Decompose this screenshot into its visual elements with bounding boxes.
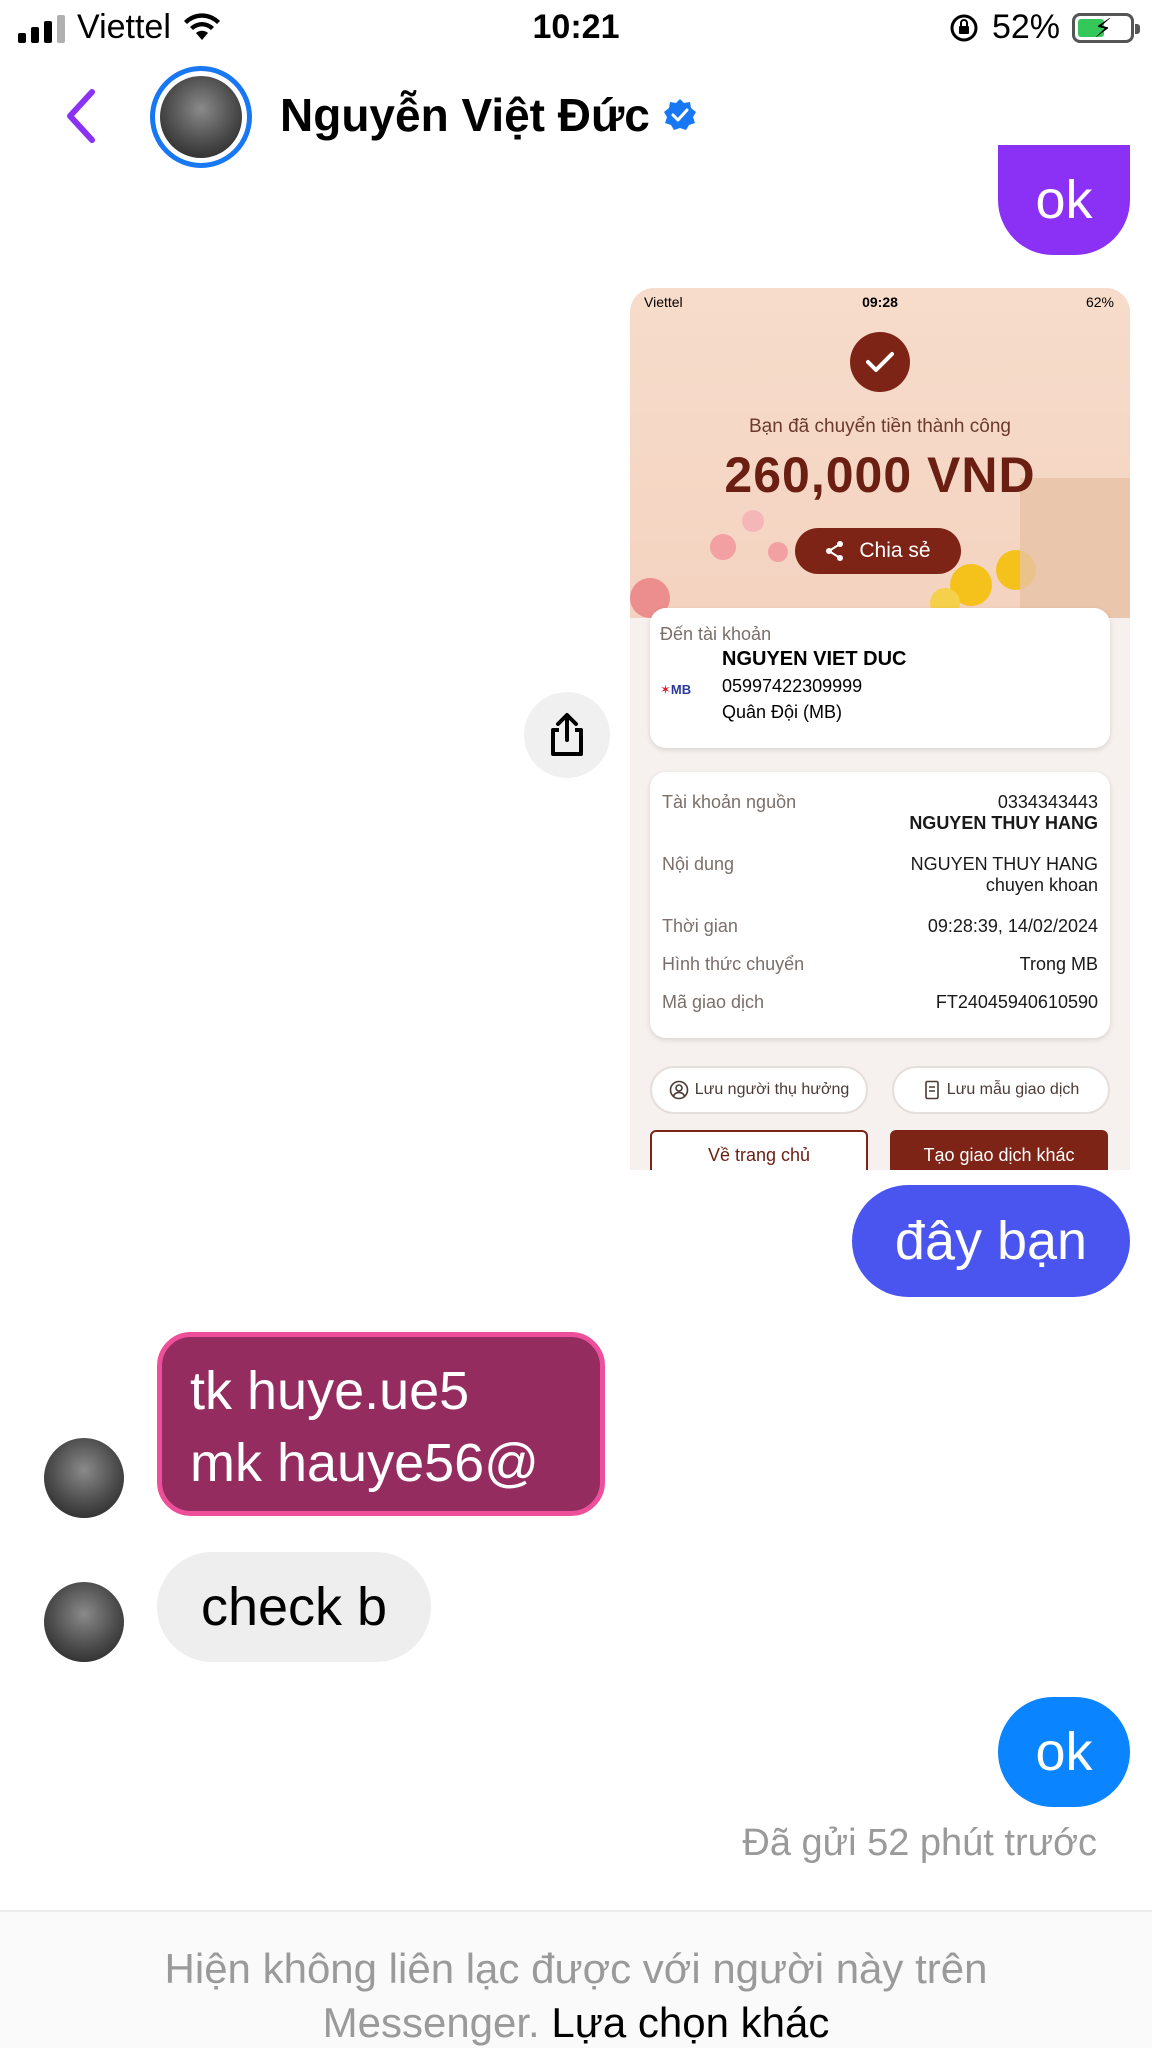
- status-right: 52% ⚡: [948, 8, 1140, 47]
- detail-row: Mã giao dịch FT24045940610590: [662, 992, 1098, 1012]
- contact-avatar[interactable]: [150, 66, 252, 168]
- to-account-label: Đến tài khoản: [660, 624, 772, 644]
- success-check-icon: [850, 332, 910, 392]
- outgoing-message-day-ban[interactable]: đây bạn: [852, 1185, 1130, 1297]
- receipt-status-bar: Viettel 09:28 62%: [630, 294, 1130, 318]
- outgoing-message-ok-bottom[interactable]: ok: [998, 1697, 1130, 1807]
- receipt-time: 09:28: [862, 294, 898, 310]
- footer-text: Hiện không liên lạc được với người này t…: [60, 1942, 1092, 2048]
- share-icon: [551, 713, 583, 756]
- rotation-lock-icon: [950, 14, 978, 41]
- receipt-battery: 62%: [1085, 294, 1114, 310]
- verified-badge-icon: [663, 99, 696, 130]
- recipient-card: Đến tài khoản ✶MB NGUYEN VIET DUC 059974…: [650, 608, 1110, 748]
- receipt-banner: Viettel 09:28 62% Bạn đã chuyển tiền thà…: [630, 288, 1130, 618]
- detail-row: Hình thức chuyển Trong MB: [662, 954, 1098, 974]
- contact-name-row[interactable]: Nguyễn Việt Đức: [280, 88, 698, 142]
- outgoing-message-ok-top[interactable]: ok: [998, 145, 1130, 255]
- incoming-message-credentials[interactable]: tk huye.ue5 mk hauye56@: [157, 1332, 605, 1516]
- user-circle-icon: [669, 1080, 689, 1100]
- incoming-message-check[interactable]: check b: [157, 1552, 431, 1662]
- sender-avatar[interactable]: [44, 1582, 124, 1662]
- transaction-details-card: Tài khoản nguồn 0334343443 NGUYEN THUY H…: [650, 772, 1110, 1038]
- back-chevron-icon[interactable]: [60, 86, 100, 146]
- message-text: ok: [1035, 1722, 1093, 1782]
- detail-row: Tài khoản nguồn 0334343443 NGUYEN THUY H…: [662, 792, 1098, 833]
- receipt-home-button: Về trang chủ: [650, 1130, 868, 1170]
- message-text-line1: tk huye.ue5: [190, 1361, 470, 1421]
- share-nodes-icon: [826, 541, 844, 561]
- other-options-link[interactable]: Lựa chọn khác: [551, 1999, 829, 2046]
- message-text: ok: [1035, 170, 1093, 230]
- sender-avatar[interactable]: [44, 1438, 124, 1518]
- document-icon: [924, 1080, 939, 1100]
- success-text: Bạn đã chuyển tiền thành công: [749, 416, 1011, 437]
- message-text: đây bạn: [894, 1211, 1088, 1271]
- recipient-bank: Quân Đội (MB): [722, 702, 843, 722]
- battery-charging-icon: ⚡: [1072, 12, 1140, 43]
- detail-row: Thời gian 09:28:39, 14/02/2024: [662, 916, 1098, 936]
- receipt-share-label: Chia sẻ: [859, 539, 931, 562]
- status-bar: Viettel 10:21 52% ⚡: [0, 0, 1152, 58]
- conversation-header: Nguyễn Việt Đức: [0, 58, 1152, 178]
- message-text: check b: [200, 1577, 388, 1637]
- detail-row: Nội dung NGUYEN THUY HANG chuyen khoan: [662, 854, 1098, 895]
- recipient-name: NGUYEN VIET DUC: [722, 648, 907, 670]
- battery-percent: 52%: [991, 8, 1060, 46]
- transfer-amount: 260,000 VND: [724, 447, 1036, 503]
- share-button[interactable]: [524, 692, 610, 778]
- transfer-receipt-image[interactable]: Viettel 09:28 62% Bạn đã chuyển tiền thà…: [630, 288, 1130, 1170]
- receipt-share-button: Chia sẻ: [795, 528, 961, 574]
- mb-bank-logo: ✶MB: [660, 682, 692, 697]
- contact-name: Nguyễn Việt Đức: [280, 89, 650, 141]
- recipient-account: 05997422309999: [722, 676, 863, 696]
- sent-status: Đã gửi 52 phút trước: [742, 1822, 1097, 1864]
- save-template-pill: Lưu mẫu giao dịch: [892, 1066, 1110, 1114]
- save-beneficiary-pill: Lưu người thụ hưởng: [650, 1066, 868, 1114]
- receipt-new-transaction-button: Tạo giao dịch khác: [890, 1130, 1108, 1170]
- unavailable-footer: Hiện không liên lạc được với người này t…: [0, 1910, 1152, 2048]
- message-text-line2: mk hauye56@: [190, 1433, 539, 1493]
